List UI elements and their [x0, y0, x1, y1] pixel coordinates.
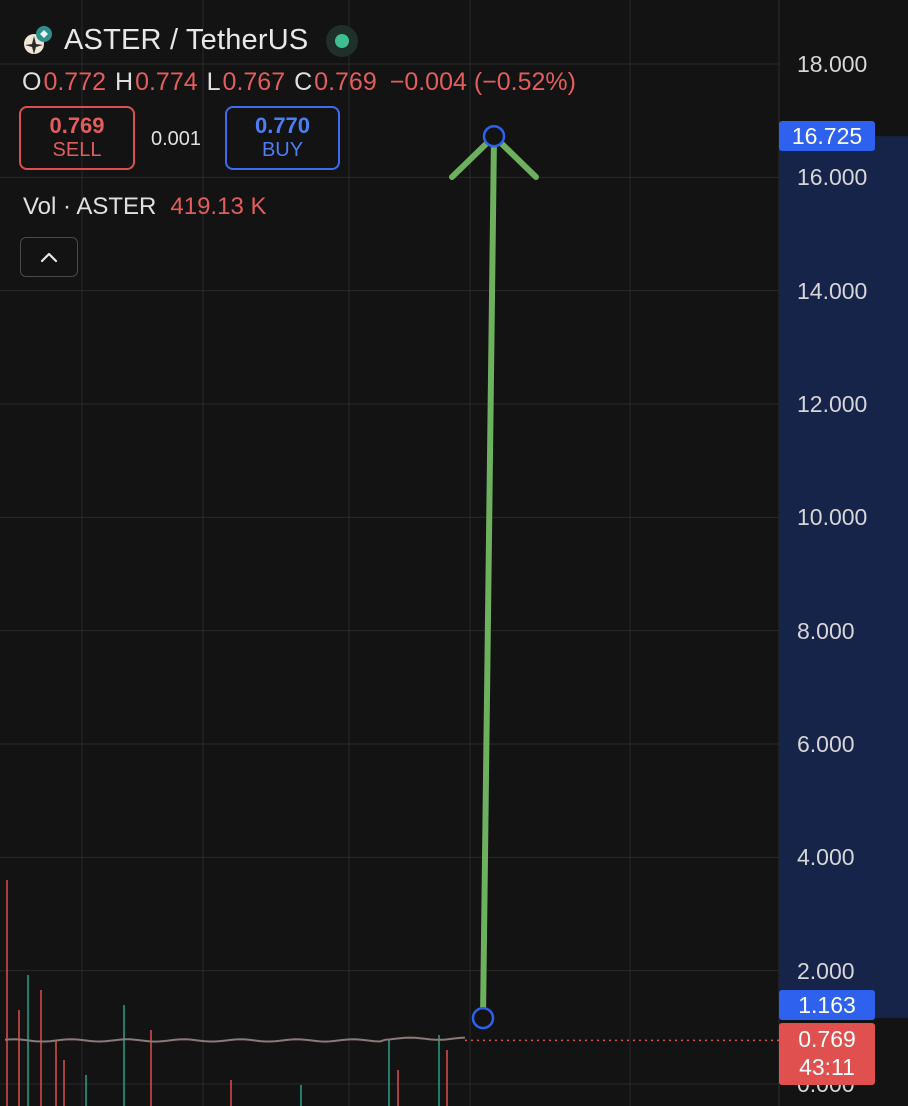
volume-label: Vol · ASTER [23, 193, 157, 220]
axis-tick-label: 14.000 [797, 277, 868, 304]
volume-bar [55, 1040, 57, 1106]
arrow-end-handle [482, 125, 506, 148]
price-line [4, 1036, 466, 1043]
price-chart[interactable] [0, 0, 908, 1106]
open-value: 0.772 [43, 68, 107, 96]
high-label: H [115, 68, 134, 96]
market-status-indicator[interactable] [326, 24, 359, 57]
axis-tick-label: 2.000 [797, 957, 855, 984]
arrow-bottom-price-tag: 1.163 [779, 990, 875, 1020]
volume-bar [446, 1050, 448, 1106]
open-label: O [22, 68, 42, 96]
high-value: 0.774 [135, 68, 198, 96]
axis-tick-label: 16.000 [797, 164, 868, 191]
aster-coin-icon [24, 25, 52, 54]
low-label: L [206, 68, 221, 96]
volume-bar [397, 1070, 399, 1106]
sell-button[interactable]: 0.769 SELL [19, 106, 135, 170]
axis-tick-label: 4.000 [797, 844, 855, 871]
last-price-value: 0.769 [798, 1026, 856, 1053]
buy-label: BUY [261, 139, 304, 162]
volume-bar [85, 1075, 87, 1106]
axis-tick-label: 8.000 [797, 617, 855, 644]
volume-bar [123, 1005, 125, 1106]
sell-label: SELL [52, 139, 102, 162]
buy-button[interactable]: 0.770 BUY [225, 106, 340, 170]
sell-price: 0.769 [49, 113, 105, 139]
collapse-legend-button[interactable] [20, 237, 78, 277]
volume-bar [18, 1010, 20, 1106]
chart-header: ASTER / TetherUS [22, 24, 359, 57]
volume-bar [6, 880, 8, 1106]
arrow-top-price-tag: 16.725 [779, 121, 875, 151]
axis-tick-label: 10.000 [797, 504, 868, 531]
status-dot-icon [335, 33, 350, 48]
last-price-tag: 0.769 43:11 [779, 1023, 875, 1085]
volume-bars [6, 880, 448, 1106]
arrow-shaft [480, 133, 497, 1022]
volume-readout: Vol · ASTER 419.13 K [23, 193, 266, 221]
volume-value: 419.13 K [170, 193, 267, 220]
volume-bar [388, 1040, 390, 1106]
volume-bar [438, 1035, 440, 1106]
volume-bar [300, 1085, 302, 1106]
candle-countdown: 43:11 [799, 1054, 855, 1080]
price-range-band [779, 136, 908, 1019]
close-value: 0.769 [314, 68, 377, 96]
volume-bar [230, 1080, 232, 1106]
volume-bar [63, 1060, 65, 1106]
spread-value: 0.001 [151, 128, 202, 150]
arrow-drawing[interactable] [449, 125, 539, 1030]
chevron-up-icon [40, 252, 58, 263]
axis-tick-label: 18.000 [797, 51, 868, 77]
close-label: C [294, 68, 313, 96]
price-change: −0.004 (−0.52%) [389, 68, 576, 96]
low-value: 0.767 [222, 68, 286, 96]
axis-tick-label: 12.000 [797, 391, 868, 417]
ohlc-readout: O 0.772 H 0.774 L 0.767 C 0.769 −0.004 (… [22, 68, 576, 97]
pair-title: ASTER / TetherUS [64, 24, 309, 56]
buy-price: 0.770 [254, 113, 311, 139]
volume-bar [40, 990, 42, 1106]
arrow-start-handle [471, 1006, 495, 1030]
axis-tick-label: 6.000 [797, 731, 855, 757]
